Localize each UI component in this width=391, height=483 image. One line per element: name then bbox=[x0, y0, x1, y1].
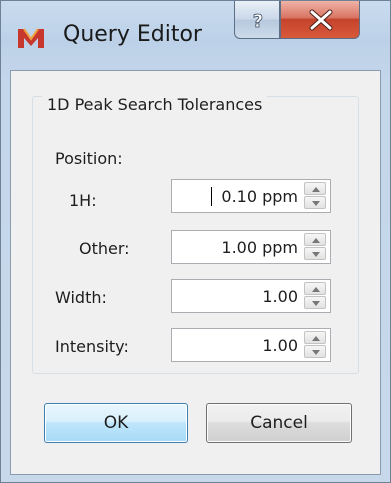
ok-button[interactable]: OK bbox=[44, 403, 188, 443]
h1-tolerance-spinbox[interactable]: 0.10 ppm bbox=[171, 179, 331, 213]
close-button[interactable] bbox=[280, 1, 360, 39]
arrow-up-icon bbox=[312, 187, 320, 192]
arrow-up-icon bbox=[312, 238, 320, 243]
width-tolerance-spinbox[interactable]: 1.00 bbox=[171, 279, 331, 313]
arrow-down-icon bbox=[312, 301, 320, 306]
arrow-down-icon bbox=[312, 252, 320, 257]
other-increment-button[interactable] bbox=[304, 233, 326, 246]
text-cursor bbox=[211, 187, 212, 206]
arrow-down-icon bbox=[312, 350, 320, 355]
position-label: Position: bbox=[55, 149, 123, 168]
group-title: 1D Peak Search Tolerances bbox=[42, 95, 268, 114]
app-logo-icon bbox=[18, 28, 44, 48]
width-decrement-button[interactable] bbox=[304, 296, 326, 309]
title-bar[interactable]: Query Editor ? bbox=[1, 1, 390, 79]
svg-text:?: ? bbox=[253, 11, 263, 32]
other-label: Other: bbox=[79, 239, 130, 258]
other-tolerance-spinbox[interactable]: 1.00 ppm bbox=[171, 230, 331, 264]
window-title: Query Editor bbox=[63, 22, 202, 47]
other-tolerance-value[interactable]: 1.00 ppm bbox=[221, 238, 298, 257]
h1-decrement-button[interactable] bbox=[304, 196, 326, 209]
h1-label: 1H: bbox=[69, 191, 97, 210]
width-spin-arrows[interactable] bbox=[304, 282, 328, 310]
help-button[interactable]: ? bbox=[234, 1, 280, 39]
h1-tolerance-value[interactable]: 0.10 ppm bbox=[221, 187, 298, 206]
intensity-spin-arrows[interactable] bbox=[304, 331, 328, 359]
arrow-up-icon bbox=[312, 336, 320, 341]
width-label: Width: bbox=[55, 288, 107, 307]
arrow-up-icon bbox=[312, 287, 320, 292]
cancel-button[interactable]: Cancel bbox=[206, 403, 352, 443]
query-editor-window: Query Editor ? 1D Peak Search Tolerances… bbox=[0, 0, 391, 483]
help-icon: ? bbox=[252, 11, 263, 33]
intensity-label: Intensity: bbox=[55, 337, 129, 356]
intensity-tolerance-spinbox[interactable]: 1.00 bbox=[171, 328, 331, 362]
width-tolerance-value[interactable]: 1.00 bbox=[262, 287, 298, 306]
intensity-increment-button[interactable] bbox=[304, 331, 326, 344]
dialog-body: 1D Peak Search Tolerances Position: 1H: … bbox=[10, 70, 381, 475]
intensity-decrement-button[interactable] bbox=[304, 345, 326, 358]
other-spin-arrows[interactable] bbox=[304, 233, 328, 261]
close-icon bbox=[309, 9, 333, 31]
other-decrement-button[interactable] bbox=[304, 247, 326, 260]
width-increment-button[interactable] bbox=[304, 282, 326, 295]
h1-increment-button[interactable] bbox=[304, 182, 326, 195]
intensity-tolerance-value[interactable]: 1.00 bbox=[262, 336, 298, 355]
h1-spin-arrows[interactable] bbox=[304, 182, 328, 210]
arrow-down-icon bbox=[312, 201, 320, 206]
